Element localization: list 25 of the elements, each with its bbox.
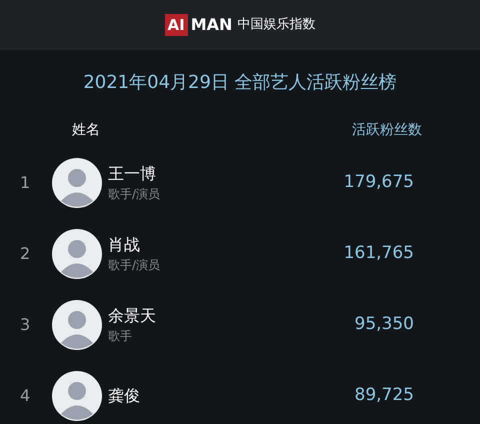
avatar (52, 228, 102, 278)
artist-role: 歌手 (108, 328, 133, 344)
avatar (52, 370, 102, 420)
rank-number: 1 (20, 172, 32, 194)
column-header: 活跃粉丝数 (352, 121, 422, 140)
fan-count: 179,675 (344, 170, 414, 194)
column-header: 姓名 (72, 121, 100, 140)
rank-number: 4 (20, 384, 32, 406)
artist-role: 歌手/演员 (108, 256, 162, 274)
avatar (52, 300, 102, 350)
logo-badge: AI (164, 14, 188, 36)
artist-role: 歌手/演员 (108, 186, 162, 202)
artist-name: 龚俊 (108, 384, 141, 406)
fan-count: 95,350 (354, 312, 414, 336)
rank-number: 2 (20, 242, 32, 264)
page-title: 2021年04月29日 全部艺人活跃粉丝榜 (83, 71, 397, 95)
fan-count: 89,725 (354, 384, 414, 407)
avatar (52, 158, 102, 208)
logo-tagline: 中国娱乐指数 (237, 16, 316, 34)
fan-count: 161,765 (344, 242, 414, 265)
artist-name: 王一博 (108, 162, 157, 184)
artist-name: 余景天 (108, 304, 157, 326)
rank-number: 3 (20, 314, 32, 336)
logo-wordmark: MAN (190, 14, 232, 36)
artist-name: 肖战 (108, 234, 141, 256)
